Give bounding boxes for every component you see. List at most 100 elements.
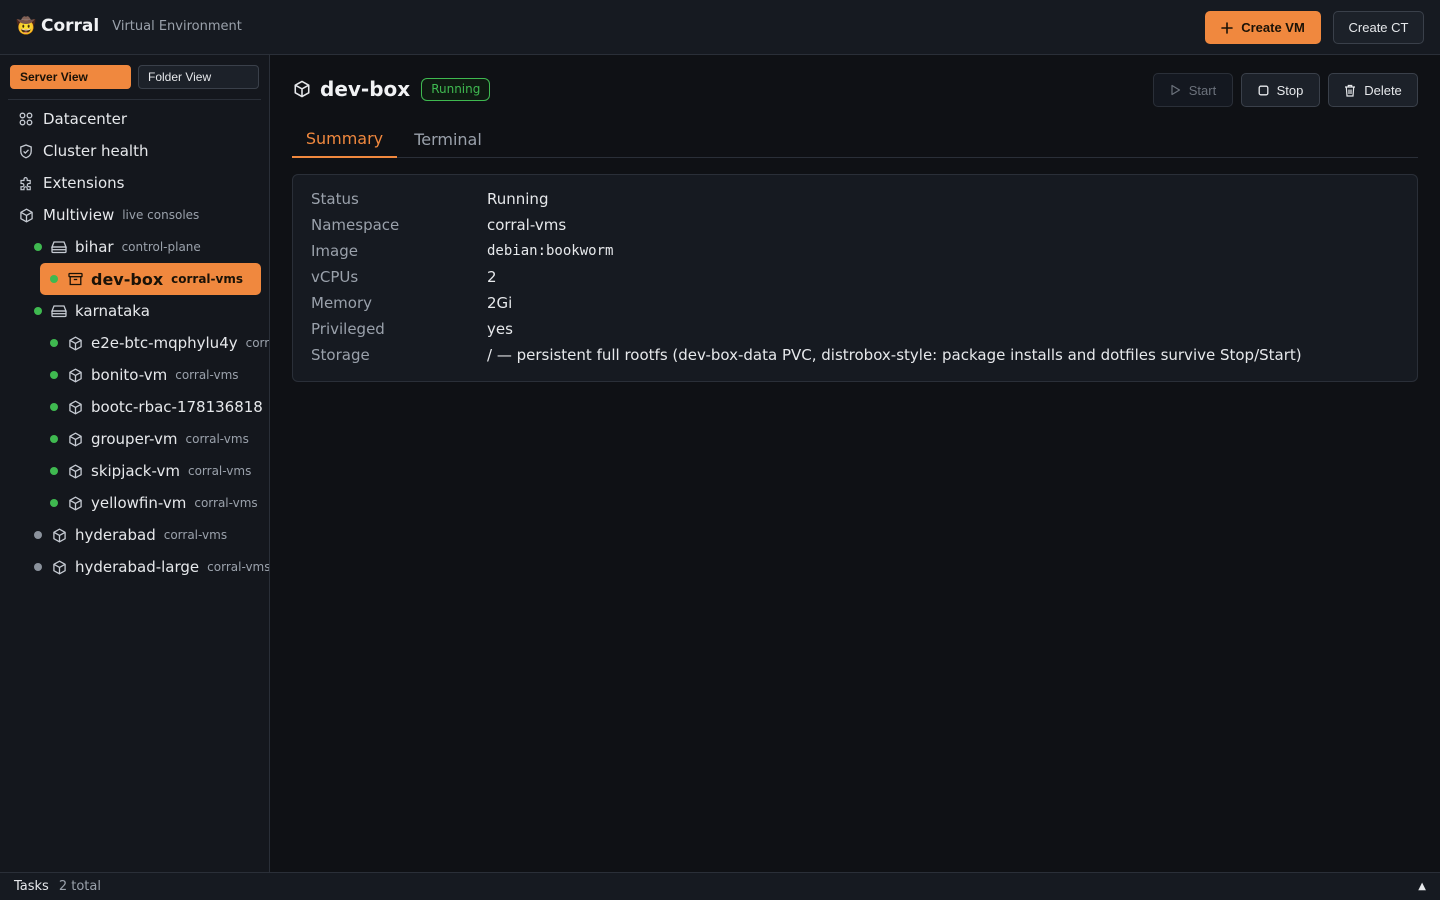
nav-label: Cluster health [43,142,149,160]
nav-item-cluster-health[interactable]: Cluster health [18,137,149,165]
summary-value: / — persistent full rootfs (dev-box-data… [487,346,1302,364]
nav-label: Datacenter [43,110,128,128]
tree-node-sublabel: corral-vms [194,496,258,510]
nav-item-extensions[interactable]: Extensions [18,169,124,197]
puzzle-icon [18,175,34,191]
grid-icon [18,111,34,127]
cowboy-logo-icon: 🤠 [16,16,36,35]
create-ct-label: Create CT [1348,20,1409,35]
tree-node-label: hyderabad [75,526,156,544]
view-toggle: Server View Folder View [10,65,259,89]
tree-node-e2e-btc[interactable]: e2e-btc-mqphylu4y corral-vms [50,327,270,359]
brand[interactable]: 🤠 Corral Virtual Environment [16,16,242,36]
nav-label: Extensions [43,174,125,192]
summary-row-vcpus: vCPUs 2 [311,264,497,290]
delete-label: Delete [1364,82,1402,98]
tab-bar: Summary Terminal [292,121,1418,158]
tree-node-karnataka[interactable]: karnataka [34,295,150,327]
status-dot-online [50,403,58,411]
status-dot-online [50,467,58,475]
tasks-label: Tasks [14,879,49,894]
folder-view-button[interactable]: Folder View [138,65,259,89]
server-icon [51,303,67,319]
stop-button[interactable]: Stop [1241,73,1320,107]
tree-node-grouper-vm[interactable]: grouper-vm corral-vms [50,423,249,455]
cube-icon [67,431,83,447]
summary-value: yes [487,320,513,338]
status-dot-online [50,435,58,443]
status-dot-online [34,307,42,315]
start-label: Start [1188,82,1217,98]
tree-node-bootc-rbac[interactable]: bootc-rbac-178136818 corral-vms [50,391,269,423]
tree-node-sublabel: corral-vms [187,464,252,478]
tree-node-hyderabad-large[interactable]: hyderabad-large corral-vms [34,551,270,583]
trash-icon [1345,84,1356,97]
page-title: dev-box [320,77,411,101]
sidebar-divider [8,99,261,100]
tree-node-label: skipjack-vm [91,462,180,480]
summary-key: Image [311,242,358,260]
cube-icon [292,79,312,99]
summary-row-namespace: Namespace corral-vms [311,212,566,238]
tab-summary[interactable]: Summary [292,121,397,158]
tree-node-label: bootc-rbac-178136818 [91,398,263,416]
nav-item-datacenter[interactable]: Datacenter [18,105,127,133]
tree-node-sublabel: control-plane [121,240,201,254]
summary-key: Namespace [311,216,400,234]
status-dot-online [50,339,58,347]
tree-node-label: e2e-btc-mqphylu4y [91,334,238,352]
tree-node-sublabel: corral-vms [245,336,270,350]
summary-key: Storage [311,346,370,364]
plus-icon [1221,21,1234,34]
summary-value: debian:bookworm [487,243,614,259]
summary-row-privileged: Privileged yes [311,316,513,342]
summary-row-image: Image debian:bookworm [311,238,613,264]
shield-icon [18,143,34,159]
cube-icon [67,335,83,351]
summary-row-status: Status Running [311,186,548,212]
summary-row-memory: Memory 2Gi [311,290,512,316]
summary-value: corral-vms [487,216,567,234]
tree-node-label: bonito-vm [91,366,168,384]
summary-value: 2 [487,268,497,286]
brand-name: Corral [41,16,100,36]
nav-item-multiview[interactable]: Multiview live consoles [18,201,199,229]
summary-key: Status [311,190,359,208]
tree-node-sublabel: corral-vms [185,432,249,446]
summary-key: Privileged [311,320,385,338]
tree-node-label: hyderabad-large [75,558,200,576]
create-vm-button[interactable]: Create VM [1205,11,1321,44]
status-dot-online [50,371,58,379]
cube-icon [51,559,67,575]
tasks-bar[interactable]: Tasks 2 total ▲ [0,872,1440,900]
start-button[interactable]: Start [1153,73,1233,107]
container-icon [67,271,83,287]
cube-icon [18,207,34,223]
tree-node-dev-box[interactable]: dev-box corral-vms [40,263,261,295]
tree-node-hyderabad[interactable]: hyderabad corral-vms [34,519,227,551]
tree-node-bihar[interactable]: bihar control-plane [34,231,201,263]
brand-subtitle: Virtual Environment [112,18,242,34]
tree-node-label: dev-box [91,269,164,289]
tab-terminal[interactable]: Terminal [397,121,499,158]
tree-node-label: karnataka [75,302,150,320]
tree-node-yellowfin-vm[interactable]: yellowfin-vm corral-vms [50,487,258,519]
server-view-button[interactable]: Server View [10,65,131,89]
create-ct-button[interactable]: Create CT [1333,11,1424,44]
main-panel: dev-box Running Start Stop Delete Summar… [270,55,1440,872]
nav-label: Multiview [43,206,115,224]
tree-node-sublabel: corral-vms [207,560,270,574]
status-badge: Running [421,77,491,101]
tree-node-bonito-vm[interactable]: bonito-vm corral-vms [50,359,239,391]
status-dot-online [50,275,58,283]
delete-button[interactable]: Delete [1328,73,1418,107]
summary-key: Memory [311,294,373,312]
cube-icon [67,367,83,383]
tree-node-label: yellowfin-vm [91,494,187,512]
status-dot-online [50,499,58,507]
expand-caret-icon[interactable]: ▲ [1418,881,1426,892]
top-header: 🤠 Corral Virtual Environment Create VM C… [0,0,1440,55]
summary-value: 2Gi [487,294,513,312]
tree-node-label: grouper-vm [91,430,178,448]
tree-node-skipjack-vm[interactable]: skipjack-vm corral-vms [50,455,251,487]
